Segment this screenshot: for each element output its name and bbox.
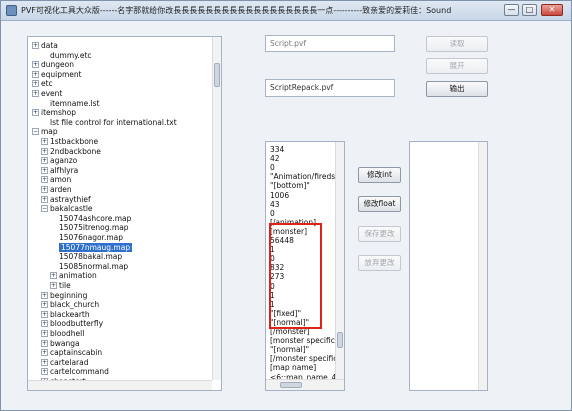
content-scroll-thumb[interactable] [337,332,343,348]
expand-icon[interactable]: + [32,109,39,117]
window-title: PVF可视化工具大众版------名字那就给你改長長長長長長長長長長長長長長長長… [21,6,452,15]
content-line[interactable]: 334 [270,145,284,154]
content-hscroll-thumb[interactable] [280,382,302,388]
expand-icon[interactable]: + [41,147,48,155]
content-line[interactable]: 43 [270,200,280,209]
export-button[interactable]: 输出 [426,81,488,97]
collapse-icon[interactable]: − [41,205,48,213]
content-line[interactable]: 0 [270,163,275,172]
expand-icon[interactable]: + [50,272,57,280]
app-icon [6,5,17,16]
expand-icon[interactable]: + [41,195,48,203]
right-panel-list[interactable] [409,141,488,391]
expand-icon[interactable]: + [32,61,39,69]
pvf-path-field[interactable]: Script.pvf [265,35,395,52]
content-line[interactable]: [map name] [270,363,316,372]
unpack-button[interactable]: 展开 [426,58,488,74]
expand-icon[interactable]: + [41,368,48,376]
tree-vertical-scrollbar[interactable] [212,37,221,380]
expand-icon[interactable]: + [41,310,48,318]
expand-icon[interactable]: + [41,358,48,366]
expand-icon[interactable]: + [41,186,48,193]
read-button[interactable]: 读取 [426,36,488,52]
content-line[interactable]: [/monster specific [270,354,337,363]
expand-icon[interactable]: + [50,282,57,289]
expand-icon[interactable]: + [41,166,48,174]
modify-float-button[interactable]: 修改float [358,196,401,212]
content-line[interactable]: [monster specific [270,336,335,345]
tree-item-label: lst file control for international.txt [50,117,177,127]
close-button[interactable]: ✕ [541,4,563,16]
content-line[interactable]: 0 [270,209,275,218]
minimize-button[interactable]: — [504,4,519,16]
content-line[interactable]: 42 [270,154,280,163]
expand-icon[interactable]: + [41,349,48,357]
tree-scroll-thumb[interactable] [214,63,220,87]
content-line[interactable]: 1006 [270,191,289,200]
expand-icon[interactable]: + [41,157,48,165]
expand-icon[interactable]: + [41,291,48,299]
expand-icon[interactable]: + [41,330,48,337]
modify-int-button[interactable]: 修改int [358,167,401,183]
discard-changes-button[interactable]: 放弃更改 [358,255,401,271]
save-changes-button[interactable]: 保存更改 [358,226,401,242]
content-line[interactable]: "Animation/firedsl [270,172,337,181]
expand-icon[interactable]: + [32,42,39,49]
repack-path-field[interactable]: ScriptRepack.pvf [265,79,395,97]
content-horizontal-scrollbar[interactable] [266,379,344,390]
expand-icon[interactable]: + [41,301,48,309]
expand-icon[interactable]: + [41,320,48,328]
expand-icon[interactable]: + [32,90,39,97]
title-bar: PVF可视化工具大众版------名字那就给你改長長長長長長長長長長長長長長長長… [1,1,571,21]
expand-icon[interactable]: + [41,176,48,184]
expand-icon[interactable]: + [32,70,39,78]
expand-icon[interactable]: + [32,80,39,88]
tree-horizontal-scrollbar[interactable] [28,380,212,390]
file-tree[interactable]: + data dummy.etc + dungeon + equipment + etc + eve… [27,36,222,391]
right-panel-scrollbar[interactable] [478,142,487,390]
selection-highlight-box [269,223,322,329]
app-window: PVF可视化工具大众版------名字那就给你改長長長長長長長長長長長長長長長長… [0,0,572,411]
collapse-icon[interactable]: − [32,128,39,136]
content-line[interactable]: "[bottom]" [270,181,310,190]
expand-icon[interactable]: + [41,138,48,145]
expand-icon[interactable]: + [41,339,48,347]
content-line[interactable]: "[normal]" [270,345,309,354]
tree-item[interactable]: lst file control for international.txt [41,117,177,128]
content-vertical-scrollbar[interactable] [335,142,344,380]
maximize-button[interactable]: □ [522,4,537,16]
